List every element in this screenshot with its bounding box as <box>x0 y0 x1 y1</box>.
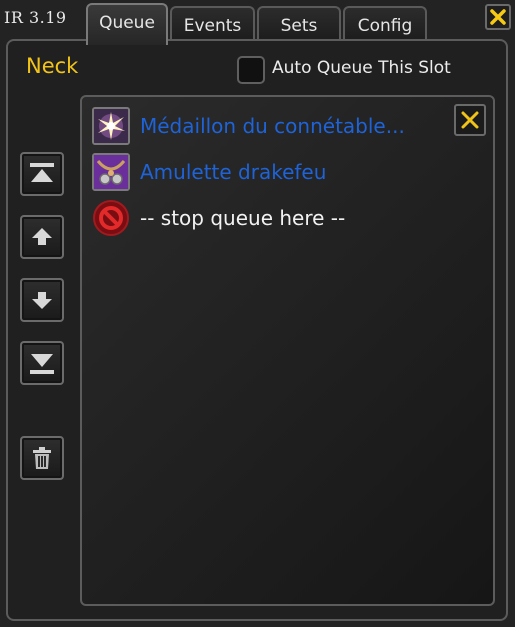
tab-queue[interactable]: Queue <box>86 3 168 45</box>
arrow-up-icon <box>32 228 52 245</box>
amulet-icon <box>92 153 130 191</box>
move-to-top-button[interactable] <box>20 152 64 196</box>
clear-queue-button[interactable] <box>454 104 486 136</box>
item-name: Amulette drakefeu <box>140 160 327 184</box>
starburst-medallion-icon <box>92 107 130 145</box>
window-frame: IR 3.19 Queue Events Sets Config Neck Au… <box>0 0 515 627</box>
item-name: Médaillon du connétable... <box>140 114 405 138</box>
close-window-button[interactable] <box>485 4 511 30</box>
arrow-to-bottom-icon <box>30 354 54 374</box>
close-icon <box>490 9 506 25</box>
move-down-button[interactable] <box>20 278 64 322</box>
arrow-down-icon <box>32 292 52 309</box>
stop-icon <box>92 199 130 237</box>
list-item[interactable]: Médaillon du connétable... <box>92 107 452 147</box>
trash-icon <box>33 447 51 469</box>
arrow-to-top-icon <box>30 163 54 182</box>
move-to-bottom-button[interactable] <box>20 341 64 385</box>
list-item[interactable]: Amulette drakefeu <box>92 153 352 193</box>
version-label: IR 3.19 <box>4 8 67 27</box>
delete-button[interactable] <box>20 436 64 480</box>
slot-title: Neck <box>26 54 79 78</box>
tab-config[interactable]: Config <box>343 6 427 42</box>
stop-queue-label: -- stop queue here -- <box>140 206 346 230</box>
auto-queue-checkbox[interactable] <box>237 56 265 84</box>
list-item[interactable]: -- stop queue here -- <box>92 199 392 239</box>
tab-sets[interactable]: Sets <box>257 6 341 42</box>
close-icon <box>461 111 479 129</box>
auto-queue-label[interactable]: Auto Queue This Slot <box>272 58 451 78</box>
tab-events[interactable]: Events <box>170 6 255 42</box>
move-up-button[interactable] <box>20 215 64 259</box>
